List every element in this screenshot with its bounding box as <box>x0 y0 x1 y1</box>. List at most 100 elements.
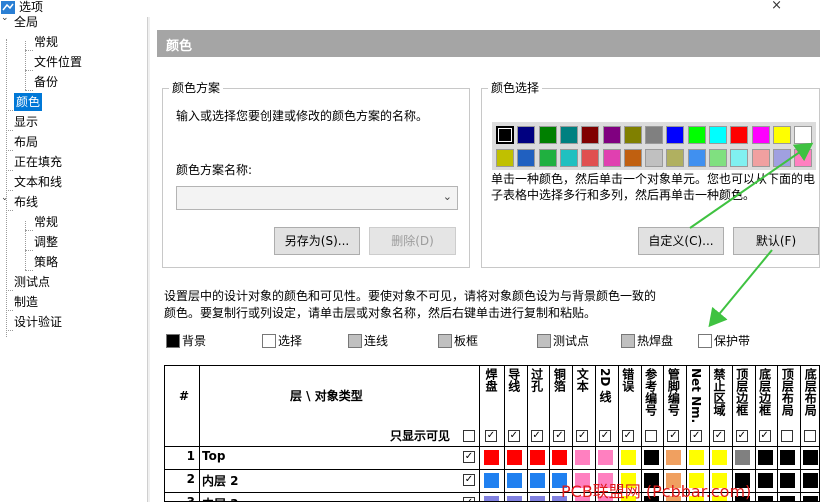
column-visible-checkbox[interactable]: ✓ <box>507 430 520 442</box>
close-icon[interactable]: × <box>771 0 782 13</box>
color-swatch[interactable] <box>645 126 664 144</box>
grid-column-header[interactable]: 参考编号 <box>644 368 658 416</box>
row-number[interactable]: 1 <box>181 449 195 463</box>
legend-color-swatch[interactable] <box>166 334 180 348</box>
tree-item-12[interactable]: 策略 <box>34 253 58 271</box>
color-swatch[interactable] <box>538 149 557 167</box>
scheme-name-combo[interactable]: ⌄ <box>176 186 458 210</box>
tree-item-0[interactable]: 全局 <box>14 13 38 31</box>
column-visible-checkbox[interactable] <box>781 430 794 442</box>
tree-item-11[interactable]: 调整 <box>34 233 58 251</box>
tree-item-1[interactable]: 常规 <box>34 33 58 51</box>
grid-column-header[interactable]: Net Nm. <box>689 368 703 423</box>
layer-color-cell[interactable] <box>506 496 522 501</box>
color-swatch[interactable] <box>730 149 749 167</box>
tree-item-6[interactable]: 布局 <box>14 133 38 151</box>
legend-color-swatch[interactable] <box>262 334 276 348</box>
column-visible-checkbox[interactable]: ✓ <box>530 430 543 442</box>
tree-item-2[interactable]: 文件位置 <box>34 53 82 71</box>
tree-item-10[interactable]: 常规 <box>34 213 58 231</box>
legend-color-swatch[interactable] <box>348 334 362 348</box>
color-swatch[interactable] <box>517 126 536 144</box>
column-visible-checkbox[interactable] <box>804 430 817 442</box>
color-swatch[interactable] <box>751 126 770 144</box>
grid-column-header[interactable]: 过孔 <box>530 368 544 392</box>
tree-item-8[interactable]: 文本和线 <box>14 173 62 191</box>
color-swatch[interactable] <box>666 149 685 167</box>
color-swatch[interactable] <box>794 149 813 167</box>
layer-color-cell[interactable] <box>529 450 545 465</box>
delete-button[interactable]: 删除(D) <box>369 227 456 255</box>
legend-color-swatch[interactable] <box>438 334 452 348</box>
expander-icon[interactable]: ⌄ <box>1 193 9 203</box>
layer-color-cell[interactable] <box>666 450 682 465</box>
layer-color-cell[interactable] <box>734 450 750 465</box>
layer-color-cell[interactable] <box>757 473 773 488</box>
tree-item-14[interactable]: 制造 <box>14 293 38 311</box>
color-swatch[interactable] <box>709 126 727 144</box>
expander-icon[interactable]: ⌄ <box>1 13 9 23</box>
column-visible-checkbox[interactable]: ✓ <box>576 430 589 442</box>
color-swatch[interactable] <box>772 149 791 167</box>
color-swatch[interactable] <box>623 126 642 144</box>
chevron-down-icon[interactable]: ⌄ <box>443 190 452 203</box>
layer-color-cell[interactable] <box>803 496 819 501</box>
layer-color-cell[interactable] <box>689 450 705 465</box>
column-visible-checkbox[interactable]: ✓ <box>621 430 634 442</box>
color-swatch[interactable] <box>645 149 664 167</box>
layer-color-cell[interactable] <box>506 450 522 465</box>
tree-item-9[interactable]: 布线 <box>14 193 38 211</box>
layer-color-cell[interactable] <box>780 450 796 465</box>
column-visible-checkbox[interactable]: ✓ <box>667 430 680 442</box>
layer-color-cell[interactable] <box>484 450 499 465</box>
color-swatch[interactable] <box>538 126 557 144</box>
color-swatch[interactable] <box>559 149 578 167</box>
color-swatch[interactable] <box>794 126 813 144</box>
layer-color-cell[interactable] <box>484 496 499 501</box>
tree-item-15[interactable]: 设计验证 <box>14 313 62 331</box>
layer-color-cell[interactable] <box>757 496 773 501</box>
grid-column-header[interactable]: 错误 <box>621 368 635 392</box>
color-swatch[interactable] <box>517 149 536 167</box>
row-visible-checkbox[interactable]: ✓ <box>463 497 475 501</box>
color-swatch[interactable] <box>581 126 600 144</box>
layer-name[interactable]: 内层 3 <box>202 495 239 501</box>
column-visible-checkbox[interactable] <box>644 430 657 442</box>
legend-color-swatch[interactable] <box>698 334 712 348</box>
tree-item-13[interactable]: 测试点 <box>14 273 50 291</box>
color-swatch[interactable] <box>602 149 621 167</box>
grid-column-header[interactable]: 焊盘 <box>484 368 498 392</box>
layer-color-cell[interactable] <box>757 450 773 465</box>
layer-color-cell[interactable] <box>552 450 568 465</box>
column-visible-checkbox[interactable]: ✓ <box>553 430 566 442</box>
column-visible-checkbox[interactable]: ✓ <box>690 430 703 442</box>
layer-name[interactable]: 内层 2 <box>202 472 239 489</box>
layer-color-cell[interactable] <box>620 450 636 465</box>
tree-item-7[interactable]: 正在填充 <box>14 153 62 171</box>
default-color-button[interactable]: 默认(F) <box>733 227 819 255</box>
legend-color-swatch[interactable] <box>537 334 551 348</box>
grid-column-header[interactable]: 顶层边框 <box>735 368 749 416</box>
color-swatch[interactable] <box>602 126 621 144</box>
color-swatch[interactable] <box>559 126 578 144</box>
color-swatch[interactable] <box>687 149 706 167</box>
layer-color-cell[interactable] <box>780 496 796 501</box>
layer-color-cell[interactable] <box>575 450 591 465</box>
color-swatch[interactable] <box>730 126 749 144</box>
color-palette[interactable] <box>492 122 816 170</box>
grid-column-header[interactable]: 禁止区域 <box>712 368 726 416</box>
tree-item-3[interactable]: 备份 <box>34 73 58 91</box>
layer-color-cell[interactable] <box>803 473 819 488</box>
column-visible-checkbox[interactable]: ✓ <box>485 430 497 442</box>
layer-color-cell[interactable] <box>484 473 499 488</box>
row-number[interactable]: 3 <box>181 495 195 501</box>
color-swatch[interactable] <box>772 126 791 144</box>
layer-color-cell[interactable] <box>506 473 522 488</box>
layer-color-cell[interactable] <box>803 450 819 465</box>
color-swatch[interactable] <box>496 149 514 167</box>
save-as-button[interactable]: 另存为(S)... <box>274 227 360 255</box>
layer-name[interactable]: Top <box>202 449 225 463</box>
column-visible-checkbox[interactable]: ✓ <box>758 430 771 442</box>
color-swatch[interactable] <box>581 149 600 167</box>
grid-column-header[interactable]: 底层边框 <box>758 368 772 416</box>
